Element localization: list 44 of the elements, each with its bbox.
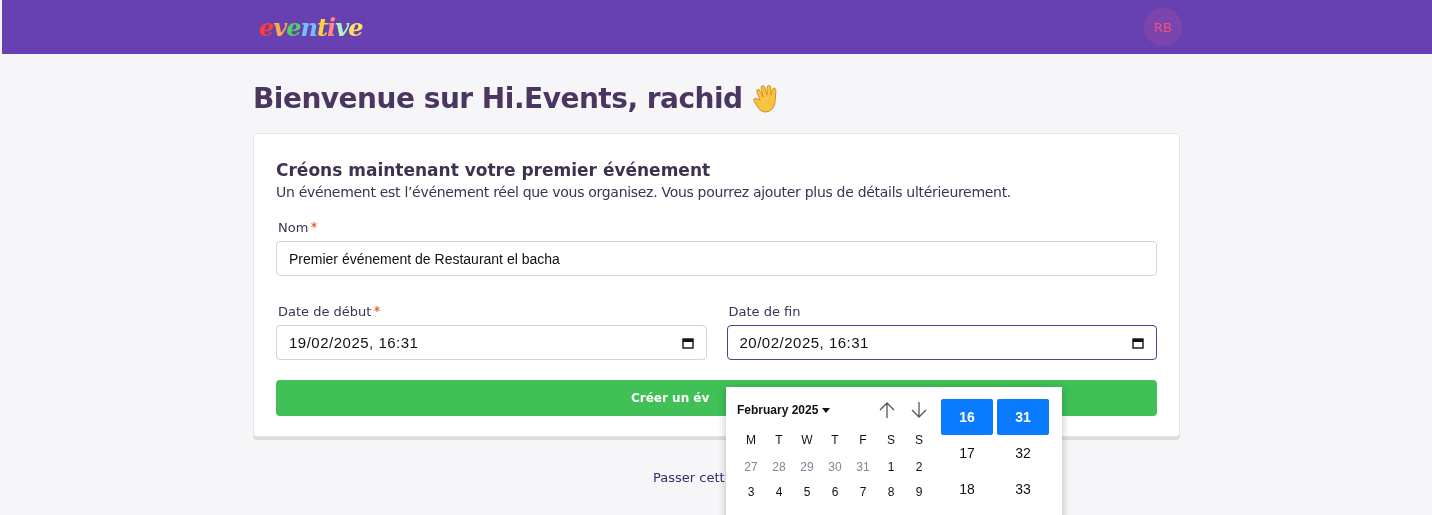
card-title: Créons maintenant votre premier événement <box>276 160 712 180</box>
arrow-up-icon[interactable] <box>878 401 897 419</box>
calendar-day[interactable]: 1 <box>877 460 905 474</box>
calendar-day[interactable]: 2 <box>905 460 933 474</box>
date-field[interactable]: 20/02/2025, 16:31 <box>726 325 1157 360</box>
calendar-day[interactable]: 30 <box>821 460 849 474</box>
calendar-day[interactable]: 31 <box>849 460 877 474</box>
minute-option[interactable]: 32 <box>997 435 1049 471</box>
month-dropdown[interactable]: February 2025 <box>737 403 831 417</box>
arrow-down-icon[interactable] <box>910 401 929 419</box>
minute-option[interactable]: 31 <box>997 399 1049 435</box>
weekday-label: M <box>745 433 757 447</box>
calendar-day[interactable]: 4 <box>765 485 793 499</box>
weekday-label: T <box>774 433 784 447</box>
hour-option[interactable]: 18 <box>941 471 993 507</box>
calendar-icon[interactable] <box>681 336 694 349</box>
field-label: Nom <box>278 220 309 235</box>
skip-link[interactable]: Passer cett <box>653 470 725 485</box>
weekday-label: S <box>886 433 896 447</box>
weekday-label: W <box>800 433 814 447</box>
hour-option[interactable]: 16 <box>941 399 993 435</box>
weekday-label: T <box>830 433 840 447</box>
calendar-day[interactable]: 27 <box>737 460 765 474</box>
calendar-day[interactable]: 5 <box>793 485 821 499</box>
page-heading: Bienvenue sur Hi.Events, rachid <box>253 82 743 115</box>
hour-option[interactable]: 17 <box>941 435 993 471</box>
weekday-label: F <box>858 433 868 447</box>
calendar-day[interactable]: 6 <box>821 485 849 499</box>
name-field[interactable]: Premier événement de Restaurant el bacha <box>276 241 1157 276</box>
calendar-day[interactable]: 3 <box>737 485 765 499</box>
field-label: Date de début <box>278 304 372 319</box>
card-description: Un événement est l’événement réel que vous organisez. Vous pourrez ajouter plus de détails ultérieurement. <box>276 184 1012 200</box>
caret-icon <box>822 407 831 413</box>
minute-option[interactable]: 33 <box>997 471 1049 507</box>
calendar-day[interactable]: 28 <box>765 460 793 474</box>
field-label: Date de fin <box>728 304 801 319</box>
calendar-icon[interactable] <box>1132 336 1144 349</box>
calendar-day[interactable]: 9 <box>905 485 933 499</box>
date-field[interactable]: 19/02/2025, 16:31 <box>276 325 707 360</box>
calendar-day[interactable]: 29 <box>793 460 821 474</box>
calendar-day[interactable]: 7 <box>849 485 877 499</box>
weekday-label: S <box>914 433 924 447</box>
calendar-day[interactable]: 8 <box>877 485 905 499</box>
logo[interactable]: eventive <box>255 12 363 42</box>
